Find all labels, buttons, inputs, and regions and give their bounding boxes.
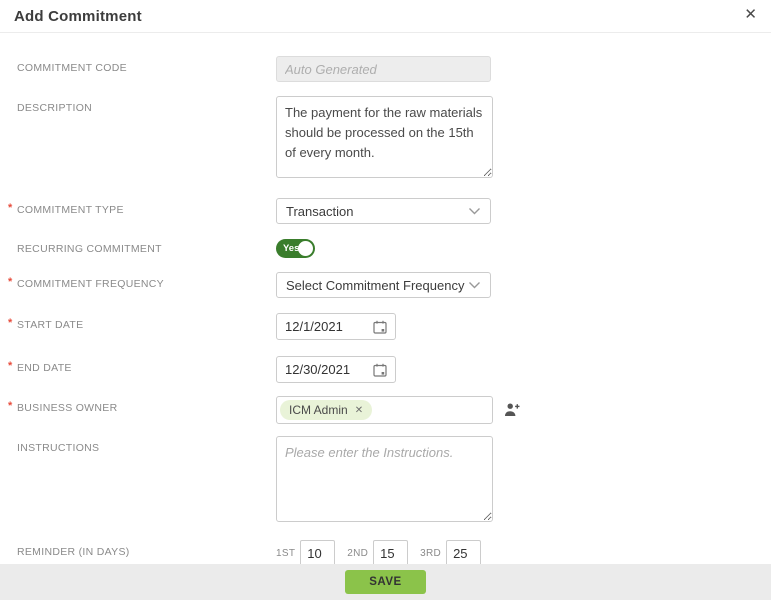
recurring-commitment-toggle[interactable]: Yes <box>276 239 315 258</box>
toggle-knob <box>298 241 313 256</box>
commitment-code-input <box>276 56 491 82</box>
recurring-commitment-label: RECURRING COMMITMENT <box>17 243 162 255</box>
commitment-form: COMMITMENT CODE DESCRIPTION The payment … <box>0 33 771 566</box>
owner-chip: ICM Admin ✕ <box>280 400 373 420</box>
calendar-icon[interactable] <box>373 320 387 334</box>
instructions-label: INSTRUCTIONS <box>17 442 100 454</box>
reminder-1st-label: 1ST <box>276 547 296 559</box>
row-commitment-code: COMMITMENT CODE <box>17 56 771 82</box>
required-marker: * <box>8 400 13 412</box>
add-commitment-dialog: Add Commitment ✕ COMMITMENT CODE DESCRIP… <box>0 0 771 600</box>
row-recurring-commitment: RECURRING COMMITMENT Yes <box>17 237 771 258</box>
chevron-down-icon <box>468 281 481 289</box>
person-add-icon[interactable] <box>504 402 521 422</box>
business-owner-input[interactable]: ICM Admin ✕ <box>276 396 493 424</box>
required-marker: * <box>8 360 13 372</box>
reminder-1st-input[interactable] <box>300 540 336 566</box>
row-end-date: * END DATE <box>8 356 771 383</box>
commitment-code-label: COMMITMENT CODE <box>17 62 127 74</box>
business-owner-label: * BUSINESS OWNER <box>8 400 118 414</box>
row-start-date: * START DATE <box>8 313 771 340</box>
calendar-icon[interactable] <box>373 363 387 377</box>
instructions-textarea[interactable] <box>276 436 493 522</box>
start-date-label: * START DATE <box>8 317 84 331</box>
owner-chip-label: ICM Admin <box>289 403 348 417</box>
reminder-2nd-label: 2ND <box>347 547 369 559</box>
row-instructions: INSTRUCTIONS <box>17 436 771 522</box>
end-date-input[interactable] <box>285 362 357 377</box>
start-date-input[interactable] <box>285 319 357 334</box>
start-date-field <box>276 313 396 340</box>
commitment-type-label: * COMMITMENT TYPE <box>8 202 124 216</box>
reminder-3rd-input[interactable] <box>446 540 482 566</box>
commitment-frequency-select[interactable]: Select Commitment Frequency <box>276 272 491 298</box>
chip-remove-icon[interactable]: ✕ <box>355 405 363 416</box>
reminder-group-3: 3RD <box>420 540 482 566</box>
page-title: Add Commitment <box>14 7 142 25</box>
row-description: DESCRIPTION The payment for the raw mate… <box>17 96 771 178</box>
dialog-header: Add Commitment ✕ <box>0 0 771 33</box>
close-icon[interactable]: ✕ <box>744 7 757 22</box>
reminder-label: REMINDER (IN DAYS) <box>17 546 130 558</box>
reminder-group-2: 2ND <box>347 540 409 566</box>
description-label: DESCRIPTION <box>17 102 93 114</box>
commitment-frequency-value: Select Commitment Frequency <box>286 277 465 293</box>
toggle-state-label: Yes <box>283 243 300 254</box>
commitment-type-value: Transaction <box>286 203 354 219</box>
required-marker: * <box>8 276 13 288</box>
dialog-footer: SAVE <box>0 564 771 600</box>
row-reminder: REMINDER (IN DAYS) 1ST 2ND 3RD <box>17 540 771 566</box>
save-button[interactable]: SAVE <box>345 570 426 594</box>
end-date-label: * END DATE <box>8 360 72 374</box>
row-commitment-frequency: * COMMITMENT FREQUENCY Select Commitment… <box>8 272 771 298</box>
description-textarea[interactable]: The payment for the raw materials should… <box>276 96 493 178</box>
row-business-owner: * BUSINESS OWNER ICM Admin ✕ <box>8 396 771 424</box>
reminder-2nd-input[interactable] <box>373 540 409 566</box>
reminder-group-1: 1ST <box>276 540 336 566</box>
reminder-3rd-label: 3RD <box>420 547 442 559</box>
commitment-type-select[interactable]: Transaction <box>276 198 491 224</box>
required-marker: * <box>8 202 13 214</box>
required-marker: * <box>8 317 13 329</box>
row-commitment-type: * COMMITMENT TYPE Transaction <box>8 198 771 224</box>
end-date-field <box>276 356 396 383</box>
chevron-down-icon <box>468 207 481 215</box>
commitment-frequency-label: * COMMITMENT FREQUENCY <box>8 276 164 290</box>
